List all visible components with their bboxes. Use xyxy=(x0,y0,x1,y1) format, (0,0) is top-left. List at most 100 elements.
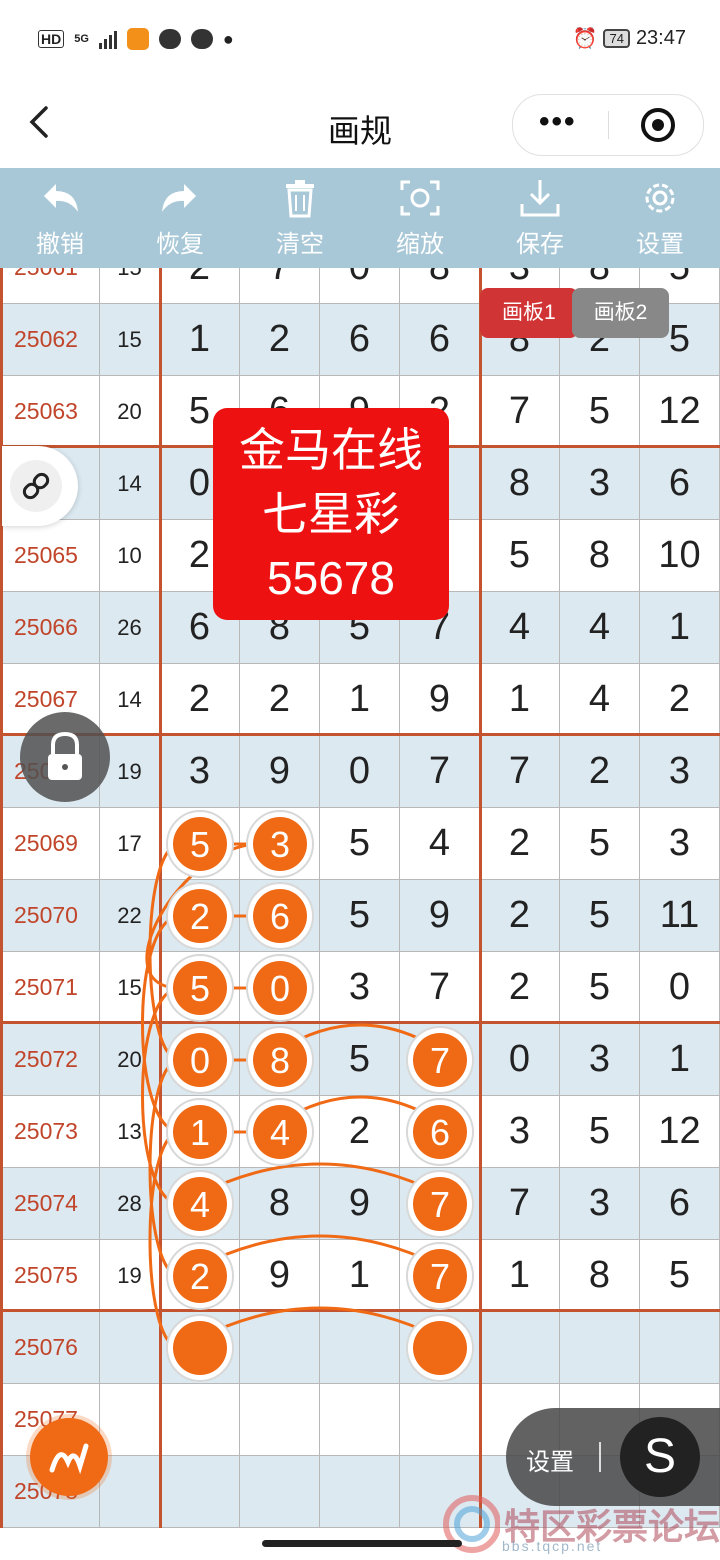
digit-cell[interactable]: 4 xyxy=(480,592,560,664)
digit-cell[interactable]: 2 xyxy=(320,1096,400,1168)
digit-cell[interactable]: 6 xyxy=(240,880,320,952)
digit-cell[interactable]: 3 xyxy=(560,448,640,520)
digit-cell[interactable]: 7 xyxy=(400,1024,480,1096)
digit-cell[interactable]: 8 xyxy=(240,1024,320,1096)
digit-cell[interactable]: 5 xyxy=(320,808,400,880)
digit-cell[interactable]: 0 xyxy=(320,736,400,808)
digit-cell[interactable]: 5 xyxy=(560,1096,640,1168)
digit-cell[interactable]: 5 xyxy=(320,1024,400,1096)
digit-cell[interactable]: 0 xyxy=(160,1024,240,1096)
digit-cell[interactable]: 2 xyxy=(480,952,560,1024)
pen-tool-button[interactable] xyxy=(30,1418,108,1496)
digit-cell[interactable] xyxy=(400,1384,480,1456)
digit-cell[interactable]: 0 xyxy=(240,952,320,1024)
digit-cell[interactable]: 1 xyxy=(480,664,560,736)
digit-cell[interactable]: 7 xyxy=(480,736,560,808)
s-tool-button[interactable]: S xyxy=(620,1417,700,1497)
lock-button[interactable] xyxy=(20,712,110,802)
digit-cell[interactable]: 2 xyxy=(240,304,320,376)
floating-settings-button[interactable]: 设置 xyxy=(526,1442,574,1477)
digit-cell[interactable] xyxy=(160,1456,240,1528)
digit-cell[interactable]: 9 xyxy=(240,1240,320,1312)
digit-cell[interactable]: 1 xyxy=(160,304,240,376)
digit-cell[interactable]: 5 xyxy=(320,880,400,952)
digit-cell[interactable]: 1 xyxy=(320,1240,400,1312)
digit-cell[interactable] xyxy=(240,1384,320,1456)
digit-cell[interactable]: 5 xyxy=(560,952,640,1024)
digit-cell[interactable]: 4 xyxy=(560,664,640,736)
digit-cell[interactable]: 10 xyxy=(640,520,720,592)
digit-cell[interactable] xyxy=(480,1312,560,1384)
tab-board-1[interactable]: 画板1 xyxy=(480,288,578,338)
digit-cell[interactable]: 6 xyxy=(640,1168,720,1240)
digit-cell[interactable]: 2 xyxy=(160,880,240,952)
digit-cell[interactable] xyxy=(160,1312,240,1384)
digit-cell[interactable]: 2 xyxy=(160,664,240,736)
digit-cell[interactable] xyxy=(320,1312,400,1384)
digit-cell[interactable]: 12 xyxy=(640,376,720,448)
undo-button[interactable]: 撤销 xyxy=(0,168,120,268)
digit-cell[interactable] xyxy=(400,1312,480,1384)
digit-cell[interactable]: 1 xyxy=(640,1024,720,1096)
digit-cell[interactable]: 4 xyxy=(560,592,640,664)
home-indicator[interactable] xyxy=(262,1540,462,1547)
digit-cell[interactable]: 7 xyxy=(400,1240,480,1312)
zoom-button[interactable]: 缩放 xyxy=(360,168,480,268)
digit-cell[interactable]: 9 xyxy=(400,664,480,736)
digit-cell[interactable]: 2 xyxy=(480,808,560,880)
digit-cell[interactable]: 12 xyxy=(640,1096,720,1168)
digit-cell[interactable]: 3 xyxy=(240,808,320,880)
settings-button[interactable]: 设置 xyxy=(600,168,720,268)
more-icon[interactable]: ••• xyxy=(539,107,577,137)
digit-cell[interactable]: 5 xyxy=(560,808,640,880)
digit-cell[interactable]: 7 xyxy=(400,1168,480,1240)
digit-cell[interactable]: 3 xyxy=(560,1024,640,1096)
digit-cell[interactable]: 3 xyxy=(160,736,240,808)
digit-cell[interactable]: 1 xyxy=(480,1240,560,1312)
digit-cell[interactable]: 4 xyxy=(240,1096,320,1168)
digit-cell[interactable]: 2 xyxy=(160,1240,240,1312)
digit-cell[interactable]: 3 xyxy=(320,952,400,1024)
digit-cell[interactable]: 5 xyxy=(160,952,240,1024)
digit-cell[interactable]: 6 xyxy=(400,1096,480,1168)
digit-cell[interactable] xyxy=(160,1384,240,1456)
digit-cell[interactable]: 1 xyxy=(640,592,720,664)
redo-button[interactable]: 恢复 xyxy=(120,168,240,268)
tab-board-2[interactable]: 画板2 xyxy=(571,288,670,338)
digit-cell[interactable]: 1 xyxy=(320,664,400,736)
digit-cell[interactable]: 8 xyxy=(400,268,480,304)
digit-cell[interactable]: 0 xyxy=(640,952,720,1024)
save-button[interactable]: 保存 xyxy=(480,168,600,268)
digit-cell[interactable]: 2 xyxy=(560,736,640,808)
digit-cell[interactable]: 3 xyxy=(640,736,720,808)
digit-cell[interactable]: 6 xyxy=(320,304,400,376)
digit-cell[interactable]: 0 xyxy=(320,268,400,304)
digit-cell[interactable]: 3 xyxy=(640,808,720,880)
digit-cell[interactable]: 7 xyxy=(480,1168,560,1240)
digit-cell[interactable]: 5 xyxy=(160,808,240,880)
digit-cell[interactable]: 9 xyxy=(400,880,480,952)
digit-cell[interactable]: 2 xyxy=(240,664,320,736)
digit-cell[interactable]: 5 xyxy=(560,880,640,952)
close-target-icon[interactable] xyxy=(641,108,675,142)
digit-cell[interactable]: 2 xyxy=(160,268,240,304)
digit-cell[interactable]: 1 xyxy=(160,1096,240,1168)
digit-cell[interactable]: 8 xyxy=(560,520,640,592)
digit-cell[interactable]: 2 xyxy=(640,664,720,736)
digit-cell[interactable]: 8 xyxy=(240,1168,320,1240)
digit-cell[interactable]: 6 xyxy=(400,304,480,376)
digit-cell[interactable]: 2 xyxy=(480,880,560,952)
digit-cell[interactable]: 7 xyxy=(240,268,320,304)
digit-cell[interactable]: 9 xyxy=(240,736,320,808)
digit-cell[interactable]: 3 xyxy=(480,1096,560,1168)
digit-cell[interactable] xyxy=(320,1456,400,1528)
digit-cell[interactable]: 5 xyxy=(560,376,640,448)
digit-cell[interactable]: 5 xyxy=(480,520,560,592)
digit-cell[interactable]: 8 xyxy=(560,1240,640,1312)
digit-cell[interactable]: 7 xyxy=(400,952,480,1024)
digit-cell[interactable]: 6 xyxy=(640,448,720,520)
digit-cell[interactable] xyxy=(640,1312,720,1384)
digit-cell[interactable]: 9 xyxy=(320,1168,400,1240)
digit-cell[interactable]: 5 xyxy=(640,1240,720,1312)
digit-cell[interactable]: 11 xyxy=(640,880,720,952)
